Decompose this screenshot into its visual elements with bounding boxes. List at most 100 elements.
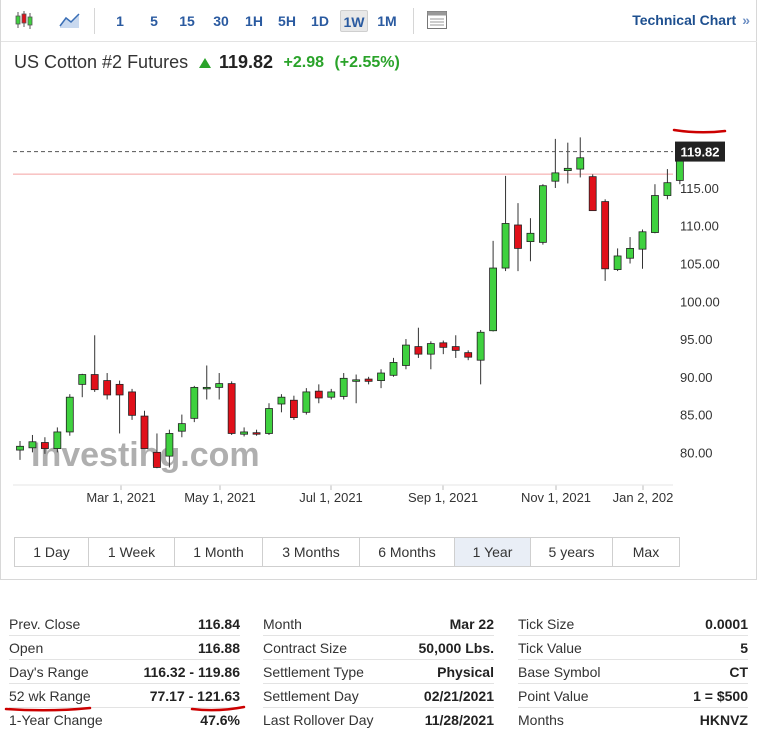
range-button[interactable]: 1 Day xyxy=(15,538,89,566)
stats-column-1: Prev. Close 116.84 Open 116.88 Day's Range 11… xyxy=(9,612,240,732)
candle-body xyxy=(165,433,174,457)
candlestick-chart[interactable]: 80.00 85.00 90.00 95.00 100.00 105.00 110.00 11… xyxy=(1,90,741,510)
candle-body xyxy=(265,408,273,434)
stat-label: Settlement Type xyxy=(263,664,364,680)
candle-body xyxy=(501,223,510,269)
timeframe-button[interactable]: 15 xyxy=(174,10,200,32)
stat-label: Tick Size xyxy=(518,616,575,632)
timeframe-button[interactable]: 1M xyxy=(373,10,401,32)
stat-row: Month Mar 22 xyxy=(263,612,494,636)
candle-body xyxy=(601,201,610,270)
stat-label: Months xyxy=(518,712,564,728)
range-button[interactable]: 1 Week xyxy=(89,538,175,566)
area-chart-icon[interactable] xyxy=(59,10,81,30)
stat-row: Day's Range 116.32 - 119.86 xyxy=(9,660,240,684)
stat-row: Tick Size 0.0001 xyxy=(518,612,748,636)
y-tick-label: 105.00 xyxy=(680,257,720,272)
candle xyxy=(227,381,236,435)
candle-body xyxy=(202,386,211,390)
candle-body xyxy=(289,399,298,418)
stat-label: Point Value xyxy=(518,688,589,704)
stat-value: 1 = $500 xyxy=(693,688,748,704)
stat-label: Month xyxy=(263,616,302,632)
y-tick-label: 100.00 xyxy=(680,294,720,309)
candle-body xyxy=(576,157,585,170)
candle xyxy=(588,174,597,212)
stat-label: Prev. Close xyxy=(9,616,81,632)
candle-body xyxy=(314,390,323,399)
candle-body xyxy=(389,362,398,376)
range-selector: 1 Day 1 Week 1 Month 3 Months 6 Months 1 Year… xyxy=(14,537,680,567)
stat-label: Tick Value xyxy=(518,640,582,656)
candlestick-chart-icon[interactable] xyxy=(13,10,35,30)
range-button[interactable]: 3 Months xyxy=(263,538,360,566)
candle-body xyxy=(128,391,136,416)
candle xyxy=(128,388,136,420)
stat-value: 77.17 - 121.63 xyxy=(149,688,240,704)
stat-value: 47.6% xyxy=(200,712,240,728)
current-price-label: 119.82 xyxy=(680,145,719,160)
stat-value: 02/21/2021 xyxy=(423,688,494,704)
candle-body xyxy=(626,248,634,259)
technical-chart-link[interactable]: Technical Chart » xyxy=(632,12,750,28)
stat-value: 116.88 xyxy=(197,640,240,656)
candle xyxy=(302,388,311,415)
candle-body xyxy=(539,185,547,243)
candle-body xyxy=(190,386,199,419)
range-button[interactable]: Max xyxy=(613,538,679,566)
range-button[interactable]: 1 Month xyxy=(175,538,263,566)
stat-value: 0.0001 xyxy=(705,616,748,632)
y-tick-label: 90.00 xyxy=(680,370,713,385)
timeframe-button[interactable]: 1D xyxy=(307,10,333,32)
candle-body xyxy=(115,383,124,396)
stat-row: Prev. Close 116.84 xyxy=(9,612,240,636)
timeframe-button[interactable]: 1H xyxy=(241,10,267,32)
candle-body xyxy=(364,378,373,382)
x-tick-label: Mar 1, 2021 xyxy=(86,490,155,505)
candle-body xyxy=(563,167,572,172)
candle-body xyxy=(613,255,622,270)
timeframe-button[interactable]: 5H xyxy=(274,10,300,32)
stat-row: Base Symbol CT xyxy=(518,660,748,684)
timeframe-button[interactable]: 5 xyxy=(143,10,165,32)
candle-body xyxy=(339,377,348,397)
stat-value: 116.84 xyxy=(197,616,240,632)
stat-label: Last Rollover Day xyxy=(263,712,374,728)
candle-body xyxy=(177,423,186,432)
stats-column-3: Tick Size 0.0001 Tick Value 5 Base Symbol CT P… xyxy=(518,612,748,732)
timeframe-button[interactable]: 30 xyxy=(208,10,234,32)
stat-value: 11/28/2021 xyxy=(424,712,494,728)
stat-row: Settlement Day 02/21/2021 xyxy=(263,684,494,708)
stat-value: Mar 22 xyxy=(449,616,494,632)
candle-body xyxy=(451,346,460,351)
x-tick-label: May 1, 2021 xyxy=(184,490,256,505)
candle-body xyxy=(439,342,448,348)
stat-label: Base Symbol xyxy=(518,664,601,680)
y-tick-label: 110.00 xyxy=(680,219,719,234)
range-button[interactable]: 1 Year xyxy=(455,538,531,566)
timeframe-button[interactable]: 1W xyxy=(340,10,368,32)
stat-label: Contract Size xyxy=(263,640,348,656)
stat-row: Months HKNVZ xyxy=(518,708,748,732)
x-tick-label: Sep 1, 2021 xyxy=(408,490,478,505)
stat-label: 1-Year Change xyxy=(9,712,103,728)
y-tick-label: 85.00 xyxy=(680,408,713,423)
calendar-table-icon[interactable] xyxy=(426,10,448,30)
stat-label: Open xyxy=(9,640,44,656)
candle-body xyxy=(140,415,149,449)
stat-row: Last Rollover Day 11/28/2021 xyxy=(263,708,494,732)
range-button[interactable]: 6 Months xyxy=(360,538,455,566)
technical-chart-label[interactable]: Technical Chart xyxy=(632,12,736,28)
stat-value: HKNVZ xyxy=(699,712,748,728)
stats-column-2: Month Mar 22 Contract Size 50,000 Lbs. Settl… xyxy=(263,612,494,732)
stat-value: 5 xyxy=(740,640,748,656)
candle-body xyxy=(277,396,286,405)
candle-body xyxy=(240,431,249,435)
candle-body xyxy=(153,451,161,468)
candle xyxy=(65,394,74,436)
stat-row: Tick Value 5 xyxy=(518,636,748,660)
candle-body xyxy=(663,182,672,196)
timeframe-button[interactable]: 1 xyxy=(109,10,131,32)
range-button[interactable]: 5 years xyxy=(531,538,613,566)
candle-body xyxy=(327,391,336,398)
